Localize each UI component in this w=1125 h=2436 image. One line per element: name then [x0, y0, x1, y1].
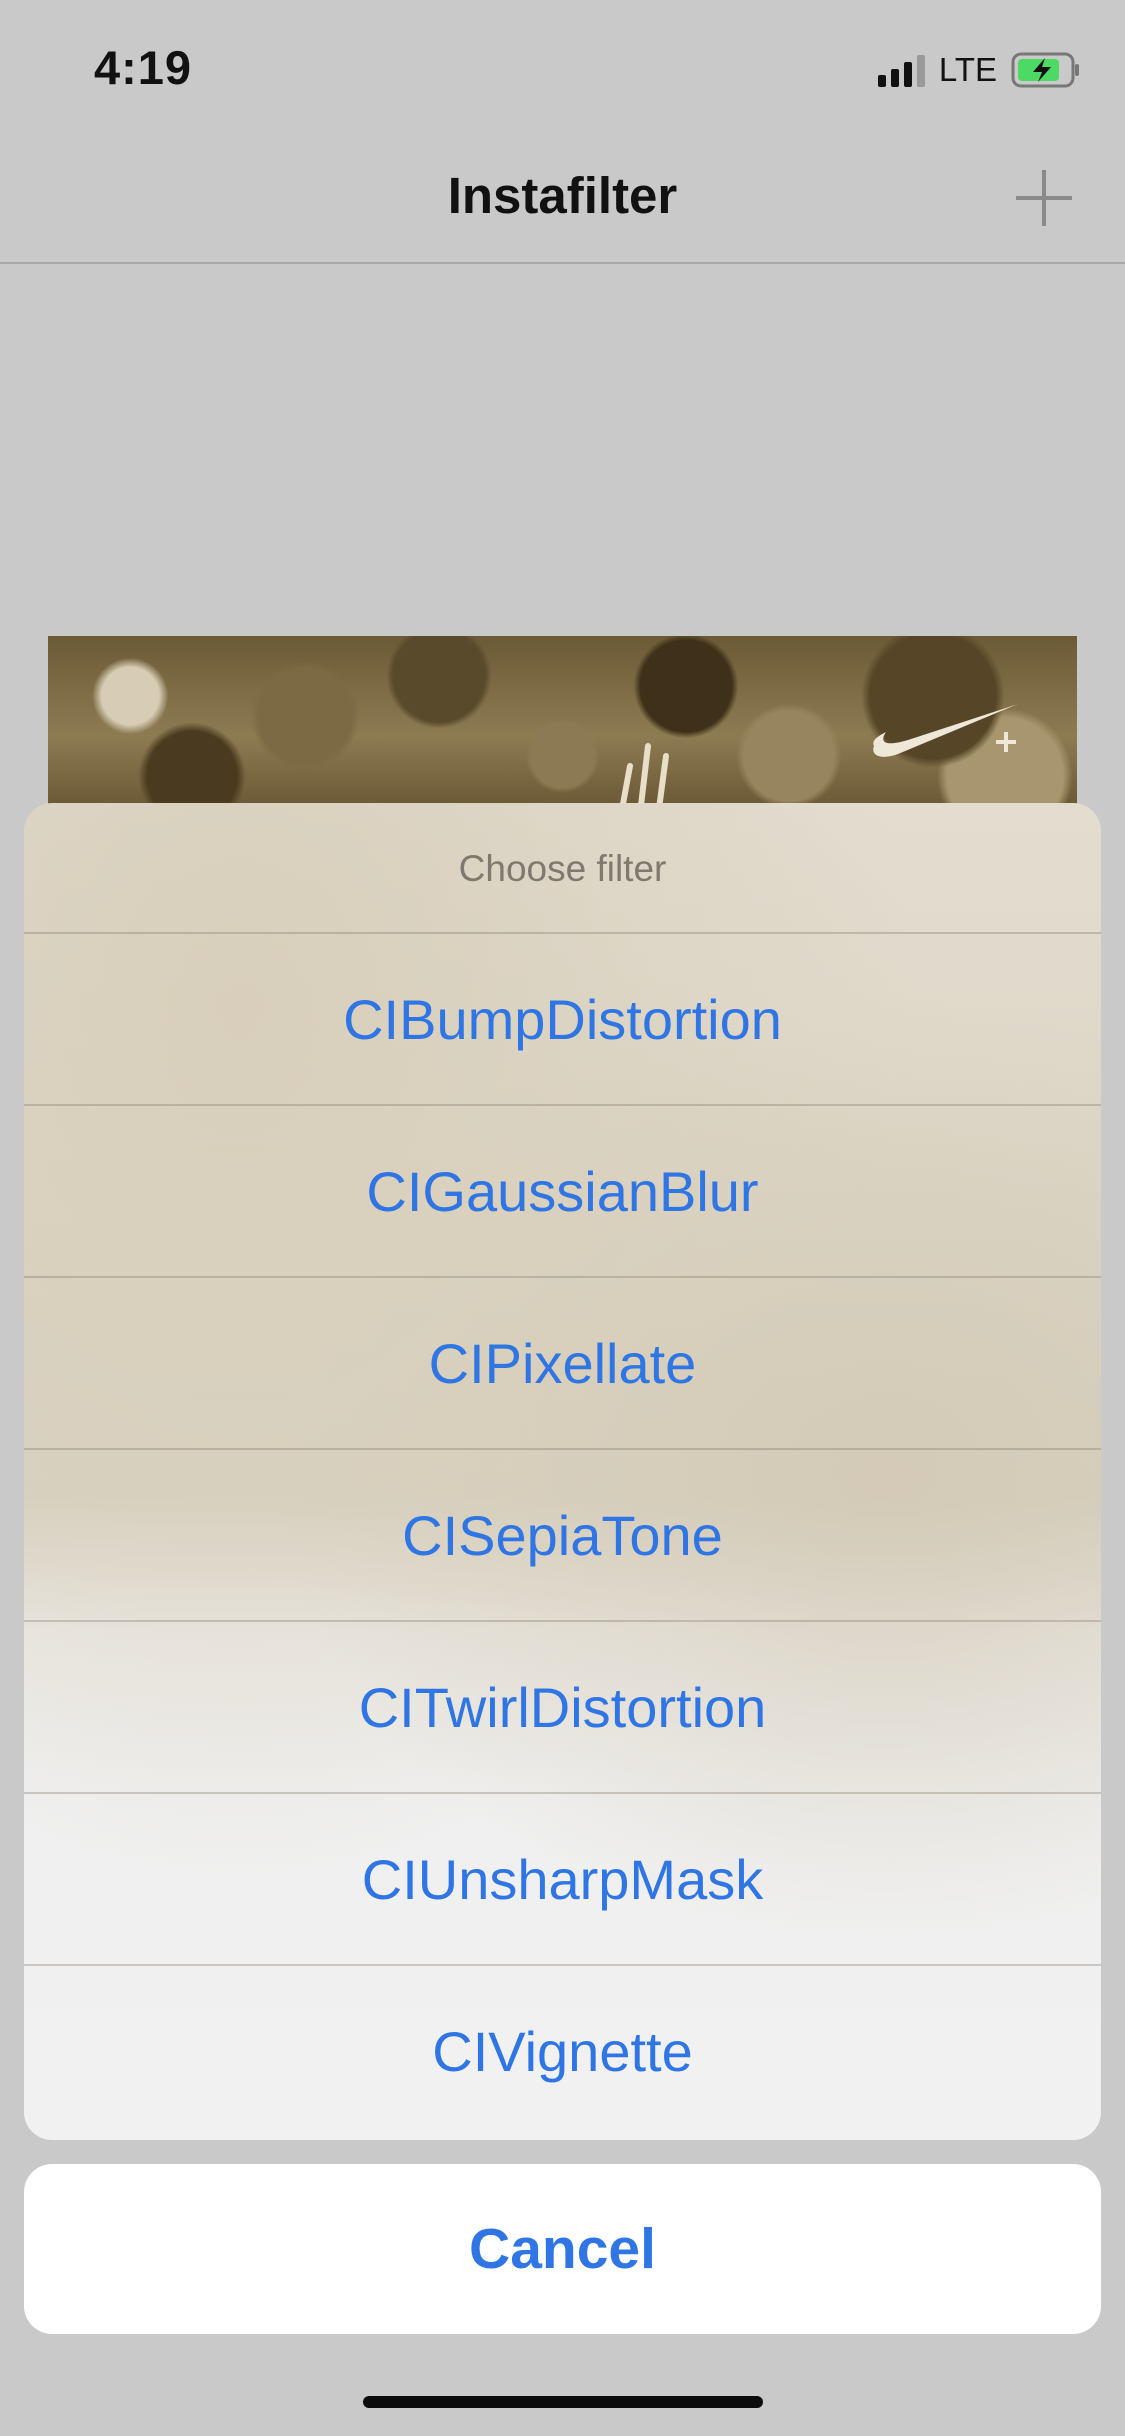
- filter-option-pixellate[interactable]: CIPixellate: [24, 1278, 1101, 1450]
- filter-action-sheet: Choose filter CIBumpDistortion CIGaussia…: [24, 803, 1101, 2140]
- filter-option-twirl-distortion[interactable]: CITwirlDistortion: [24, 1622, 1101, 1794]
- page-title: Instafilter: [447, 167, 678, 224]
- status-bar: 4:19 LTE: [0, 0, 1125, 132]
- status-indicators: LTE: [877, 50, 1081, 90]
- action-sheet-title: Choose filter: [24, 803, 1101, 934]
- filter-option-gaussian-blur[interactable]: CIGaussianBlur: [24, 1106, 1101, 1278]
- cancel-button[interactable]: Cancel: [24, 2164, 1101, 2334]
- home-indicator[interactable]: [363, 2396, 763, 2408]
- add-image-button[interactable]: [1016, 170, 1072, 226]
- status-time: 4:19: [94, 41, 193, 94]
- filter-option-unsharp-mask[interactable]: CIUnsharpMask: [24, 1794, 1101, 1966]
- filter-option-sepia-tone[interactable]: CISepiaTone: [24, 1450, 1101, 1622]
- nike-swoosh-icon: [873, 704, 1018, 757]
- battery-charging-icon: [1011, 52, 1079, 88]
- filter-option-bump-distortion[interactable]: CIBumpDistortion: [24, 934, 1101, 1106]
- network-type-label: LTE: [938, 51, 997, 88]
- signal-icon: [877, 53, 925, 87]
- filter-option-vignette[interactable]: CIVignette: [24, 1966, 1101, 2138]
- navigation-bar: Instafilter: [0, 132, 1125, 264]
